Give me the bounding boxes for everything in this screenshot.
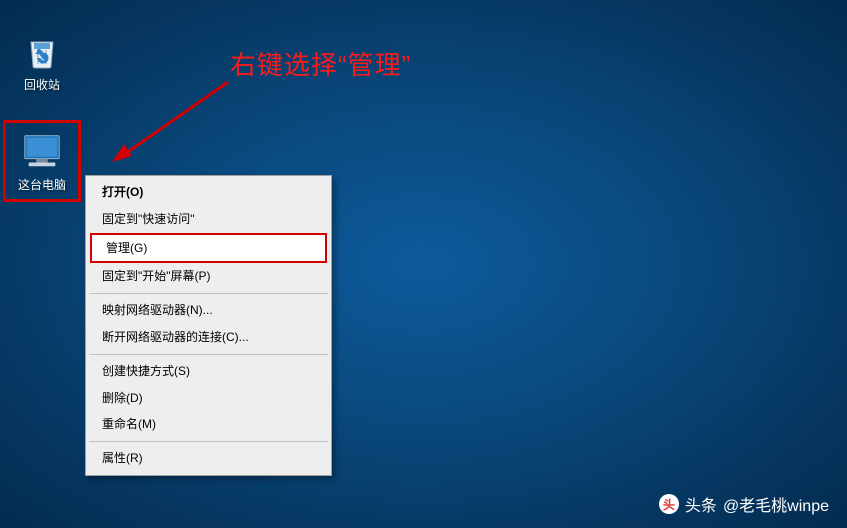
menu-item-disconnect-drive[interactable]: 断开网络驱动器的连接(C)... (88, 324, 329, 351)
menu-item-map-drive[interactable]: 映射网络驱动器(N)... (88, 297, 329, 324)
context-menu: 打开(O) 固定到"快速访问" 管理(G) 固定到"开始"屏幕(P) 映射网络驱… (85, 175, 332, 476)
watermark-handle: @老毛桃winpe (723, 492, 829, 516)
annotation-text: 右键选择“管理” (230, 45, 411, 82)
recycle-bin-label: 回收站 (10, 76, 74, 93)
desktop-icon-recycle-bin[interactable]: 回收站 (10, 30, 74, 93)
desktop-icon-this-pc[interactable]: 这台电脑 (10, 130, 74, 193)
menu-item-delete[interactable]: 删除(D) (88, 385, 329, 412)
this-pc-label: 这台电脑 (10, 176, 74, 193)
recycle-bin-icon (21, 30, 63, 72)
menu-item-properties[interactable]: 属性(R) (88, 445, 329, 472)
menu-item-rename[interactable]: 重命名(M) (88, 411, 329, 438)
menu-item-open[interactable]: 打开(O) (88, 179, 329, 206)
menu-item-create-shortcut[interactable]: 创建快捷方式(S) (88, 358, 329, 385)
watermark: 头 头条 @老毛桃winpe (659, 492, 829, 516)
watermark-logo-icon: 头 (659, 494, 679, 514)
this-pc-icon (21, 130, 63, 172)
menu-separator (89, 354, 328, 355)
menu-highlight-box: 管理(G) (90, 233, 327, 264)
menu-separator (89, 441, 328, 442)
watermark-prefix: 头条 (685, 492, 717, 516)
annotation-arrow-icon (108, 78, 238, 168)
menu-separator (89, 293, 328, 294)
menu-item-pin-start[interactable]: 固定到"开始"屏幕(P) (88, 263, 329, 290)
menu-item-pin-quick-access[interactable]: 固定到"快速访问" (88, 206, 329, 233)
menu-item-manage[interactable]: 管理(G) (92, 235, 325, 262)
